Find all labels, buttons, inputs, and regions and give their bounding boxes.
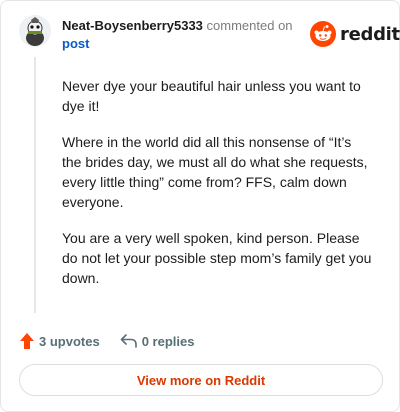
comment-paragraph: Never dye your beautiful hair unless you… (62, 78, 361, 114)
comment-paragraph: Where in the world did all this nonsense… (62, 134, 368, 210)
avatar-icon (19, 15, 51, 47)
upvote-button[interactable]: 3 upvotes (19, 332, 100, 350)
commented-on-text: commented on (206, 18, 293, 33)
post-link[interactable]: post (62, 35, 302, 53)
comment-body: Never dye your beautiful hair unless you… (62, 76, 374, 304)
comment-actions: 3 upvotes 0 replies (19, 331, 194, 351)
thread-line (34, 57, 36, 313)
comment-card: Neat-Boysenberry5333 commented on post r… (0, 0, 400, 412)
replies-count: 0 replies (141, 333, 195, 349)
view-more-button[interactable]: View more on Reddit (19, 364, 383, 396)
replies-button[interactable]: 0 replies (120, 333, 195, 349)
avatar[interactable] (19, 15, 51, 47)
reply-arrow-icon (120, 334, 137, 348)
reddit-wordmark: reddit (340, 23, 400, 45)
upvotes-count: 3 upvotes (39, 333, 100, 349)
reddit-logo[interactable]: reddit (310, 20, 400, 48)
comment-header: Neat-Boysenberry5333 commented on post (62, 17, 302, 53)
upvote-arrow-icon (20, 333, 34, 349)
username-link[interactable]: Neat-Boysenberry5333 (62, 18, 203, 33)
reddit-snoo-icon (310, 21, 336, 47)
comment-paragraph: You are a very well spoken, kind person.… (62, 230, 372, 286)
